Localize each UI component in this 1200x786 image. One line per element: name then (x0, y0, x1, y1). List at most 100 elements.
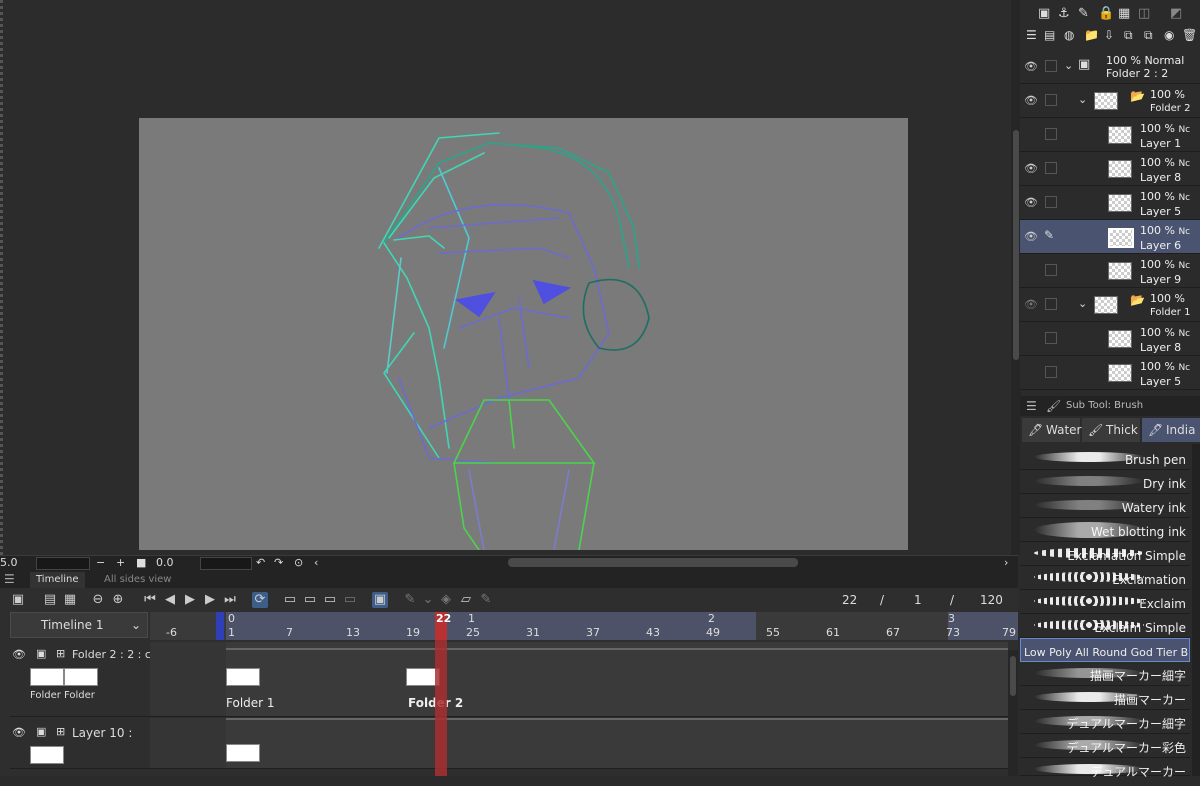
brush-item[interactable]: デュアルマーカー細字 (1020, 710, 1190, 734)
eye-icon[interactable]: 👁 (1024, 60, 1038, 73)
brush-item[interactable]: Wet blotting ink (1020, 518, 1190, 542)
scroll-left-icon[interactable]: ‹ (314, 556, 318, 570)
rotate-left-icon[interactable]: ↶ (256, 556, 265, 570)
brush-item-selected[interactable]: Low Poly All Round God Tier B (1020, 638, 1190, 662)
eye-icon[interactable]: 👁 (1024, 162, 1038, 175)
track-header-folder-2[interactable]: 👁 ▣ ⊞ Folder 2 : 2 : cel Folder Folder (10, 642, 150, 717)
draft-layer-icon[interactable]: ✎ (1078, 6, 1089, 21)
rotation-slider[interactable] (200, 557, 252, 570)
scrollbar-thumb[interactable] (1010, 656, 1016, 696)
eye-icon[interactable]: 👁 (1024, 196, 1038, 209)
zoom-value[interactable]: 5.0 (0, 556, 18, 570)
chevron-down-icon[interactable]: ⌄ (420, 592, 436, 608)
scroll-right-icon[interactable]: › (1004, 556, 1008, 570)
layer-checkbox[interactable] (1045, 94, 1057, 106)
layer-color-icon[interactable]: ▣ (1038, 6, 1050, 21)
brush-item[interactable]: 描画マーカー細字 (1020, 662, 1190, 686)
layer-row-folder-1[interactable]: 👁 ⌄ 📂 100 % Folder 1 (1020, 288, 1200, 322)
tab-india[interactable]: 🖋 India (1142, 418, 1200, 442)
brush-list-scrollbar[interactable] (1192, 444, 1200, 776)
chevron-down-icon[interactable]: ⌄ (1078, 93, 1087, 106)
next-frame-icon[interactable]: ▶ (202, 592, 218, 608)
expand-icon[interactable]: ⊞ (56, 647, 65, 660)
menu-icon[interactable]: ☰ (4, 572, 15, 586)
eye-icon[interactable]: 👁 (12, 726, 26, 739)
brush-item[interactable]: Brush pen (1020, 446, 1190, 470)
track-frames-folder-2[interactable]: Folder 1 Folder 2 (150, 642, 1008, 717)
previous-frame-icon[interactable]: ◀ (162, 592, 178, 608)
canvas-paper[interactable] (139, 118, 908, 551)
new-timeline-icon[interactable]: ▣ (10, 592, 26, 608)
play-icon[interactable]: ▶ (182, 592, 198, 608)
layer-row-layer-9[interactable]: 100 % Nc Layer 9 (1020, 254, 1200, 288)
chevron-down-icon[interactable]: ⌄ (131, 613, 141, 637)
brush-item[interactable]: 描画マーカー (1020, 686, 1190, 710)
lock-icon[interactable]: 🔒 (1098, 6, 1114, 21)
tab-thick[interactable]: 🖌 Thick (1082, 418, 1140, 442)
canvas-horizontal-scrollbar[interactable] (508, 558, 798, 567)
layer-checkbox[interactable] (1045, 366, 1057, 378)
track-frames-layer-10[interactable] (150, 718, 1008, 769)
tab-timeline[interactable]: Timeline (30, 572, 85, 588)
new-raster-layer-icon[interactable]: ▤ (1044, 28, 1055, 42)
eye-icon[interactable]: 👁 (1024, 94, 1038, 107)
zoom-in-icon[interactable]: + (116, 556, 125, 570)
stop-icon[interactable]: ■ (136, 556, 146, 570)
scrollbar-thumb[interactable] (1013, 130, 1019, 360)
new-animation-folder-icon[interactable]: ▭ (302, 592, 318, 608)
layer-checkbox[interactable] (1045, 128, 1057, 140)
merge-layer-icon[interactable]: ⧉ (1124, 28, 1133, 43)
timeline-select[interactable]: Timeline 1 ⌄ (10, 612, 148, 638)
camera-work-icon[interactable]: ✎ (402, 592, 418, 608)
rotate-right-icon[interactable]: ↷ (274, 556, 283, 570)
cel-thumbnail[interactable] (226, 668, 260, 686)
layer-row-layer-8[interactable]: 100 % Nc Layer 8 (1020, 322, 1200, 356)
layer-checkbox[interactable] (1045, 264, 1057, 276)
layer-row-layer-5[interactable]: 100 % Nc Layer 5 (1020, 356, 1200, 390)
layer-row-folder-2-2[interactable]: 👁 ⌄ ▣ 100 % Normal Folder 2 : 2 (1020, 50, 1200, 84)
tab-water[interactable]: 🖋 Water (1022, 418, 1081, 442)
brush-item[interactable]: Exclamation Simple (1020, 542, 1190, 566)
brush-item[interactable]: Exclamation (1020, 566, 1190, 590)
specify-cels-icon[interactable]: ▭ (322, 592, 338, 608)
chevron-down-icon[interactable]: ⌄ (1078, 297, 1087, 310)
layer-panel-menu-icon[interactable]: ☰ (1026, 28, 1037, 42)
layer-row-layer-8[interactable]: 👁 100 % Nc Layer 8 (1020, 152, 1200, 186)
layer-row-layer-5[interactable]: 👁 100 % Nc Layer 5 (1020, 186, 1200, 220)
zoom-in-timeline-icon[interactable]: ⊕ (110, 592, 126, 608)
layer-row-layer-1[interactable]: 100 % Nc Layer 1 (1020, 118, 1200, 152)
layer-checkbox[interactable] (1045, 298, 1057, 310)
start-marker[interactable] (216, 612, 224, 640)
zoom-slider[interactable] (36, 557, 90, 570)
first-frame-icon[interactable]: ⏮ (142, 592, 158, 608)
timeline-settings-icon[interactable]: ▤ (42, 592, 58, 608)
expand-icon[interactable]: ⊞ (56, 725, 65, 738)
cel-thumbnail[interactable] (226, 744, 260, 762)
trash-icon[interactable]: 🗑 (1182, 28, 1197, 42)
brush-item[interactable]: Exclaim Simple (1020, 614, 1190, 638)
brush-item[interactable]: デュアルマーカー彩色 (1020, 734, 1190, 758)
cel-edit-icon[interactable]: ▱ (458, 592, 474, 608)
tab-all-sides-view[interactable]: All sides view (98, 572, 177, 588)
cel-name[interactable]: Folder 1 (226, 696, 275, 710)
eye-icon[interactable]: 👁 (1024, 230, 1038, 243)
chevron-down-icon[interactable]: ⌄ (1064, 59, 1073, 72)
eye-icon[interactable]: 👁 (1024, 298, 1038, 311)
rotation-value[interactable]: 0.0 (156, 556, 174, 570)
transfer-down-icon[interactable]: ⇩ (1104, 28, 1114, 42)
brush-item[interactable]: Watery ink (1020, 494, 1190, 518)
brush-item[interactable]: デュアルマーカー (1020, 758, 1190, 779)
zoom-out-icon[interactable]: − (96, 556, 105, 570)
brush-item[interactable]: Dry ink (1020, 470, 1190, 494)
new-vector-layer-icon[interactable]: ◍ (1064, 28, 1074, 42)
layer-checkbox[interactable] (1045, 60, 1057, 72)
last-frame-icon[interactable]: ⏭ (222, 592, 238, 608)
layer-row-layer-6[interactable]: 👁 ✎ 100 % Nc Layer 6 (1020, 220, 1200, 254)
menu-icon[interactable]: ☰ (1026, 396, 1037, 416)
timeline-edit-icon[interactable]: ▦ (62, 592, 78, 608)
layer-checkbox[interactable] (1045, 162, 1057, 174)
layer-checkbox[interactable] (1045, 332, 1057, 344)
brush-item[interactable]: Exclaim (1020, 590, 1190, 614)
mask-icon[interactable]: ◩ (1170, 6, 1182, 21)
delete-cel-icon[interactable]: ▭ (342, 592, 358, 608)
